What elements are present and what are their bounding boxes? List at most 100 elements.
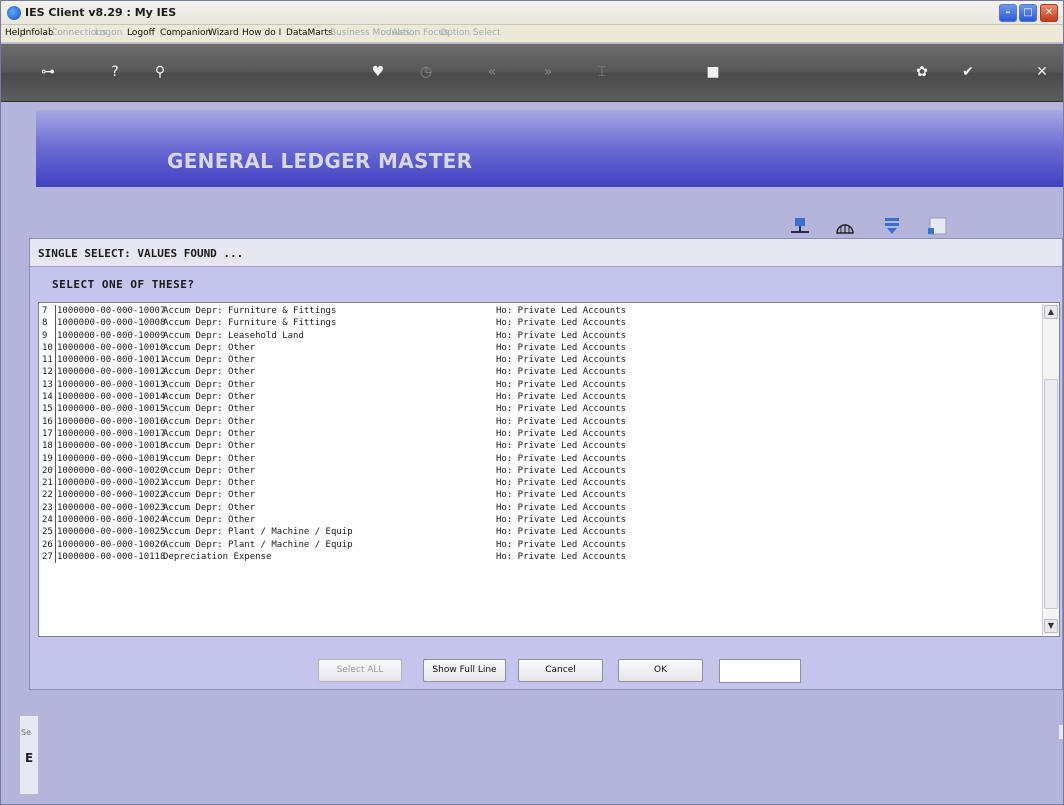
list-item[interactable]: 17 1000000-00-000-10017 Accum Depr: Other H… [39,427,1041,441]
scroll-up-arrow-icon[interactable]: ▲ [1044,305,1058,319]
list-item[interactable]: 16 1000000-00-000-10016 Accum Depr: Other H… [39,415,1041,428]
stop-icon[interactable]: ■ [701,64,725,80]
refresh-icon[interactable]: ✿ [910,64,934,80]
close-window-button[interactable]: ✕ [1040,4,1058,22]
menu-bar: Help Infolab Connections Logon Logoff Compani… [1,25,1063,43]
list-item[interactable]: 12 1000000-00-000-10012 Accum Depr: Other H… [39,366,1041,379]
maximize-button[interactable]: □ [1019,4,1037,22]
heart-icon[interactable]: ♥ [366,64,390,80]
list-item[interactable]: 20 1000000-00-000-10020 Accum Depr: Other H… [39,464,1041,478]
account-code: 1000000-00-000-10011 [57,355,166,366]
select-all-button[interactable]: Select ALL [318,659,402,682]
row-divider [55,391,56,404]
list-item[interactable]: 8 1000000-00-000-10008 Accum Depr: Furnitu… [39,317,1041,330]
account-group: Ho: Private Led Accounts [496,318,627,329]
list-item[interactable]: 22 1000000-00-000-10022 Accum Depr: Other H… [39,489,1041,502]
forward-icon[interactable]: » [536,64,560,80]
account-description: Depreciation Expense [163,551,272,562]
title-bar: IES Client v8.29 : My IES – □ ✕ [1,1,1063,25]
row-divider [55,317,56,330]
row-divider [55,378,56,392]
window-title: IES Client v8.29 : My IES [25,6,177,19]
menu-item-wizard[interactable]: Wizard [208,28,239,38]
list-item[interactable]: 13 1000000-00-000-10013 Accum Depr: Other H… [39,378,1041,392]
account-description: Accum Depr: Other [163,428,256,439]
list-item[interactable]: 9 1000000-00-000-10009 Accum Depr: Leaseho… [39,329,1041,342]
account-code: 1000000-00-000-10020 [57,465,166,476]
list-item[interactable]: 25 1000000-00-000-10025 Accum Depr: Plant … [39,526,1041,539]
account-code: 1000000-00-000-10014 [57,392,166,403]
account-code: 1000000-00-000-10007 [57,306,166,316]
cancel-button[interactable]: Cancel [518,659,603,682]
scrollbar-thumb[interactable] [1044,379,1058,609]
list-item[interactable]: 11 1000000-00-000-10011 Accum Depr: Other H… [39,354,1041,367]
account-code: 1000000-00-000-10008 [57,318,166,329]
bottom-panel-char: E [25,751,34,765]
account-code: 1000000-00-000-10009 [57,330,166,341]
scroll-down-arrow-icon[interactable]: ▼ [1044,619,1058,633]
account-group: Ho: Private Led Accounts [496,330,627,341]
menu-item-how-do-i[interactable]: How do I [242,28,281,38]
list-item[interactable]: 19 1000000-00-000-10019 Accum Depr: Other H… [39,452,1041,465]
clock-icon[interactable]: ◷ [414,64,438,80]
window-icon[interactable] [926,216,948,236]
account-code: 1000000-00-000-10021 [57,478,166,489]
list-item[interactable]: 21 1000000-00-000-10021 Accum Depr: Other H… [39,477,1041,490]
menu-item-option-select[interactable]: Option Select [440,28,501,38]
key-icon[interactable]: ⊶ [36,64,60,80]
account-group: Ho: Private Led Accounts [496,404,627,415]
list-item[interactable]: 26 1000000-00-000-10026 Accum Depr: Plant … [39,538,1041,551]
listbox-scrollbar[interactable]: ▲ ▼ [1042,304,1059,635]
list-item[interactable]: 10 1000000-00-000-10010 Accum Depr: Other H… [39,341,1041,355]
row-divider [55,305,56,318]
account-description: Accum Depr: Other [163,342,256,353]
single-select-dialog: SINGLE SELECT: VALUES FOUND ... SELECT O… [29,238,1063,690]
account-description: Accum Depr: Other [163,404,256,415]
values-list: 7 1000000-00-000-10007 Accum Depr: Furnitu… [39,305,1041,564]
account-group: Ho: Private Led Accounts [496,527,627,538]
account-description: Accum Depr: Other [163,416,256,427]
menu-item-infolab[interactable]: Infolab [23,28,54,38]
globe-icon[interactable] [834,216,856,236]
menu-item-companion[interactable]: Companion [160,28,211,38]
account-group: Ho: Private Led Accounts [496,478,627,489]
list-item[interactable]: 18 1000000-00-000-10018 Accum Depr: Other H… [39,440,1041,453]
marker-icon[interactable]: ⌶ [590,64,614,80]
account-code: 1000000-00-000-10118 [57,551,166,562]
values-listbox[interactable]: 7 1000000-00-000-10007 Accum Depr: Furnitu… [38,302,1060,637]
download-icon[interactable] [881,216,903,236]
close-icon[interactable]: ✕ [1030,64,1054,80]
row-divider [55,427,56,441]
row-divider [55,514,56,527]
list-item[interactable]: 7 1000000-00-000-10007 Accum Depr: Furnitu… [39,305,1041,318]
account-group: Ho: Private Led Accounts [496,342,627,353]
back-icon[interactable]: « [480,64,504,80]
help-icon[interactable]: ? [103,64,127,80]
list-item[interactable]: 27 1000000-00-000-10118 Depreciation Expen… [39,550,1041,564]
show-full-line-button[interactable]: Show Full Line [423,659,506,682]
check-icon[interactable]: ✔ [956,64,980,80]
list-item[interactable]: 15 1000000-00-000-10015 Accum Depr: Other H… [39,403,1041,416]
account-description: Accum Depr: Other [163,355,256,366]
minimize-button[interactable]: – [999,4,1017,22]
list-item[interactable]: 24 1000000-00-000-10024 Accum Depr: Other H… [39,514,1041,527]
account-code: 1000000-00-000-10016 [57,416,166,427]
account-description: Accum Depr: Furniture & Fittings [163,318,337,329]
menu-item-datamarts[interactable]: DataMarts [286,28,333,38]
row-divider [55,477,56,490]
account-group: Ho: Private Led Accounts [496,306,627,316]
list-item[interactable]: 23 1000000-00-000-10023 Accum Depr: Other H… [39,501,1041,515]
list-item[interactable]: 14 1000000-00-000-10014 Accum Depr: Other H… [39,391,1041,404]
account-group: Ho: Private Led Accounts [496,502,627,513]
account-code: 1000000-00-000-10024 [57,515,166,526]
account-description: Accum Depr: Other [163,367,256,378]
menu-item-logon[interactable]: Logon [95,28,122,38]
ok-button[interactable]: OK [618,659,703,682]
account-group: Ho: Private Led Accounts [496,379,627,390]
row-divider [55,440,56,453]
network-icon[interactable] [789,216,811,236]
filter-input[interactable] [719,659,801,683]
account-code: 1000000-00-000-10025 [57,527,166,538]
menu-item-logoff[interactable]: Logoff [127,28,155,38]
search-icon[interactable]: ⚲ [148,64,172,80]
